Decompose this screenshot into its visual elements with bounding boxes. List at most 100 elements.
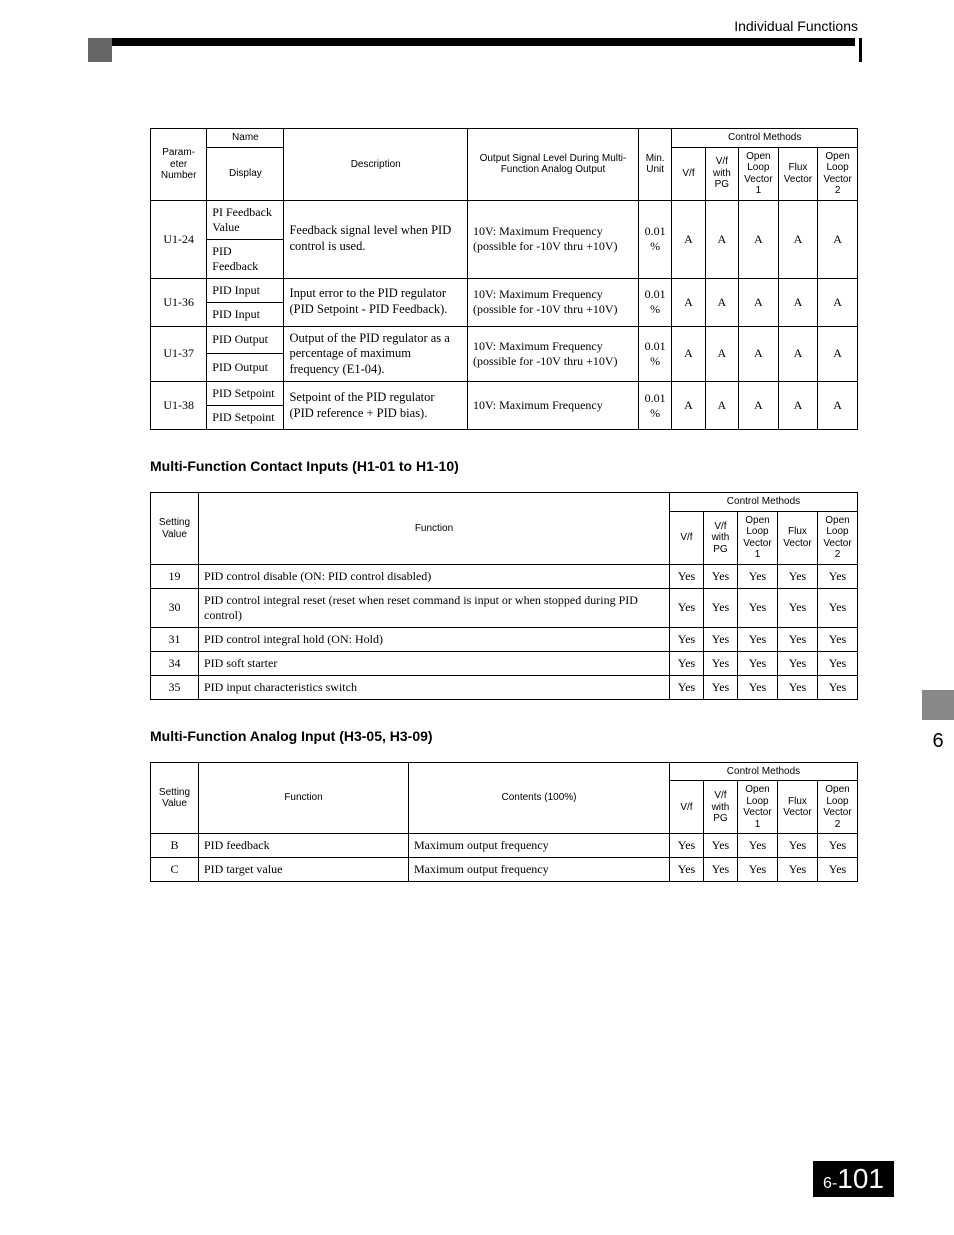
cell-param: U1-36: [151, 278, 207, 326]
cell-func: PID control disable (ON: PID control dis…: [199, 564, 670, 588]
col-cm: Control Methods: [669, 762, 857, 781]
table-row: CPID target valueMaximum output frequenc…: [151, 858, 858, 882]
cell-display: PID Output: [207, 354, 284, 382]
col-sv: Setting Value: [151, 493, 199, 565]
table-row: 30PID control integral reset (reset when…: [151, 588, 858, 627]
cell-method: A: [778, 278, 818, 326]
cell-method: Yes: [817, 564, 857, 588]
main-content: Param- eter Number Name Description Outp…: [150, 128, 858, 882]
cell-method: Yes: [703, 588, 737, 627]
cell-method: Yes: [737, 858, 777, 882]
cell-func: PID target value: [199, 858, 409, 882]
col-desc: Description: [284, 129, 468, 201]
cell-method: A: [739, 200, 779, 278]
col-vf: V/f: [669, 781, 703, 834]
cell-output: 10V: Maximum Frequency (possible for -10…: [467, 326, 638, 382]
cell-method: Yes: [777, 858, 817, 882]
col-flux: Flux Vector: [777, 511, 817, 564]
table-row: U1-24PI Feedback ValueFeedback signal le…: [151, 200, 858, 239]
cell-output: 10V: Maximum Frequency (possible for -10…: [467, 278, 638, 326]
col-vfpg: V/f with PG: [703, 781, 737, 834]
cell-name: PID Setpoint: [207, 382, 284, 406]
page-header: Individual Functions: [734, 18, 858, 34]
cell-method: Yes: [817, 651, 857, 675]
col-func: Function: [199, 493, 670, 565]
cell-method: Yes: [737, 651, 777, 675]
col-flux: Flux Vector: [778, 147, 818, 200]
cell-func: PID control integral hold (ON: Hold): [199, 627, 670, 651]
cell-method: A: [672, 382, 705, 430]
col-cm: Control Methods: [672, 129, 858, 148]
cell-method: A: [705, 382, 738, 430]
cell-sv: 34: [151, 651, 199, 675]
cell-method: Yes: [817, 834, 857, 858]
cell-display: PID Input: [207, 302, 284, 326]
col-olv2: Open Loop Vector 2: [818, 147, 858, 200]
table-row: 19PID control disable (ON: PID control d…: [151, 564, 858, 588]
col-sv: Setting Value: [151, 762, 199, 834]
cell-func: PID input characteristics switch: [199, 675, 670, 699]
cell-sv: 31: [151, 627, 199, 651]
col-olv1: Open Loop Vector 1: [737, 781, 777, 834]
cell-method: Yes: [737, 834, 777, 858]
cell-method: Yes: [669, 651, 703, 675]
page-number-box: 6-101: [813, 1161, 894, 1197]
chapter-number: 6: [922, 720, 954, 762]
cell-method: Yes: [777, 627, 817, 651]
col-olv1: Open Loop Vector 1: [739, 147, 779, 200]
cell-min: 0.01 %: [638, 326, 671, 382]
cell-sv: C: [151, 858, 199, 882]
cell-method: Yes: [737, 564, 777, 588]
table-row: U1-38PID SetpointSetpoint of the PID reg…: [151, 382, 858, 406]
cell-method: A: [739, 278, 779, 326]
cell-method: Yes: [703, 675, 737, 699]
cell-desc: Setpoint of the PID regulator (PID refer…: [284, 382, 468, 430]
cell-method: Yes: [669, 675, 703, 699]
cell-desc: Input error to the PID regulator (PID Se…: [284, 278, 468, 326]
analog-input-table: Setting Value Function Contents (100%) C…: [150, 762, 858, 883]
cell-contents: Maximum output frequency: [409, 858, 670, 882]
cell-method: Yes: [777, 651, 817, 675]
cell-method: A: [672, 278, 705, 326]
col-flux: Flux Vector: [777, 781, 817, 834]
contact-inputs-table: Setting Value Function Control Methods V…: [150, 492, 858, 700]
cell-param: U1-37: [151, 326, 207, 382]
cell-method: Yes: [817, 675, 857, 699]
cell-method: Yes: [669, 858, 703, 882]
cell-method: Yes: [817, 858, 857, 882]
cell-sv: 19: [151, 564, 199, 588]
cell-method: A: [818, 382, 858, 430]
parameter-table: Param- eter Number Name Description Outp…: [150, 128, 858, 430]
cell-name: PID Output: [207, 326, 284, 354]
col-olv1: Open Loop Vector 1: [737, 511, 777, 564]
cell-sv: 30: [151, 588, 199, 627]
cell-display: PID Setpoint: [207, 406, 284, 430]
cell-method: Yes: [703, 564, 737, 588]
cell-desc: Feedback signal level when PID control i…: [284, 200, 468, 278]
section-heading-analog-input: Multi-Function Analog Input (H3-05, H3-0…: [150, 728, 858, 744]
cell-method: A: [739, 382, 779, 430]
cell-method: Yes: [669, 564, 703, 588]
cell-method: Yes: [777, 675, 817, 699]
cell-func: PID feedback: [199, 834, 409, 858]
cell-name: PI Feedback Value: [207, 200, 284, 239]
cell-method: A: [739, 326, 779, 382]
table-row: 35PID input characteristics switchYesYes…: [151, 675, 858, 699]
col-olv2: Open Loop Vector 2: [817, 511, 857, 564]
cell-output: 10V: Maximum Frequency: [467, 382, 638, 430]
cell-method: Yes: [817, 588, 857, 627]
cell-method: A: [705, 200, 738, 278]
cell-desc: Output of the PID regulator as a percent…: [284, 326, 468, 382]
col-vfpg: V/f with PG: [705, 147, 738, 200]
cell-func: PID soft starter: [199, 651, 670, 675]
cell-name: PID Input: [207, 278, 284, 302]
cell-method: A: [818, 278, 858, 326]
cell-sv: B: [151, 834, 199, 858]
col-name: Name: [207, 129, 284, 148]
col-contents: Contents (100%): [409, 762, 670, 834]
cell-sv: 35: [151, 675, 199, 699]
cell-method: A: [705, 278, 738, 326]
cell-method: Yes: [777, 834, 817, 858]
cell-method: Yes: [737, 627, 777, 651]
col-min: Min. Unit: [638, 129, 671, 201]
